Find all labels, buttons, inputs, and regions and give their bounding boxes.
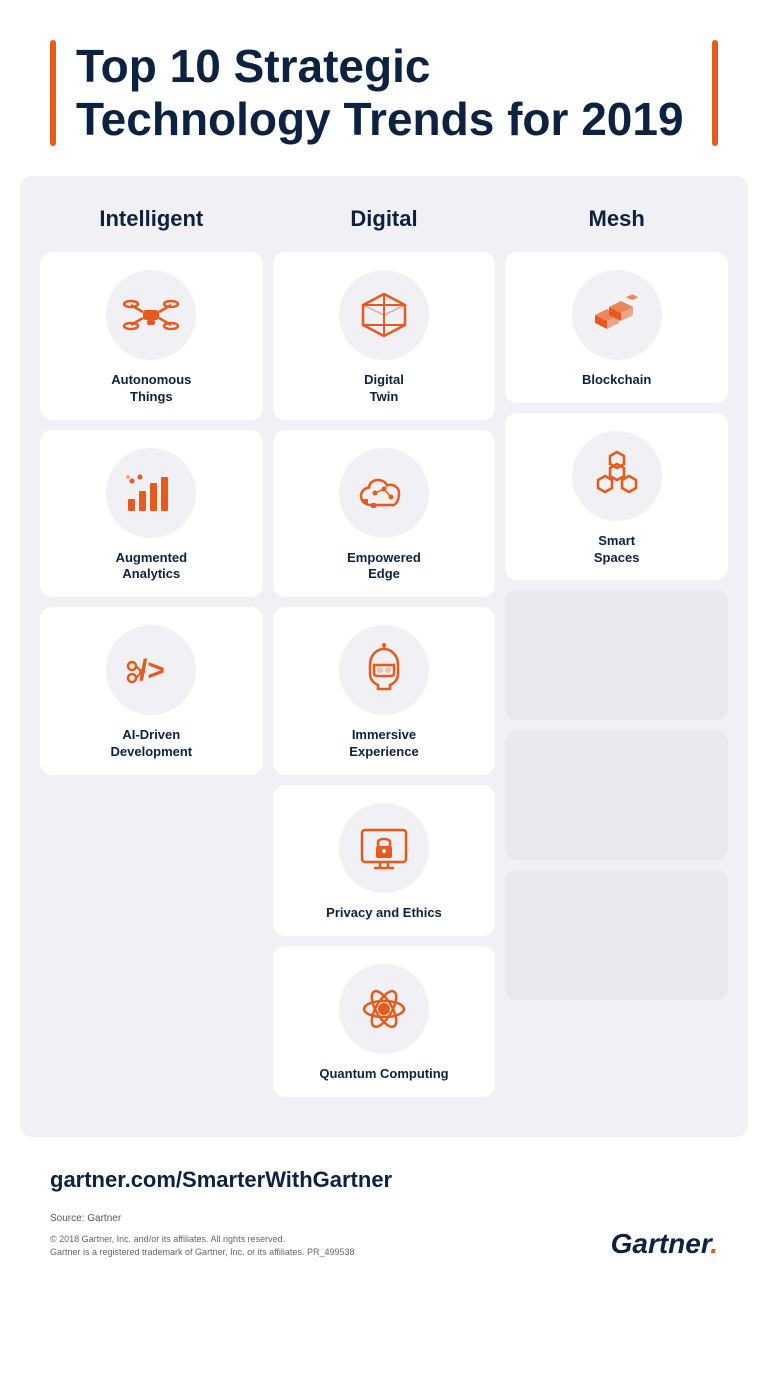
card-immersive: ImmersiveExperience [273, 607, 496, 775]
copyright-text: © 2018 Gartner, Inc. and/or its affiliat… [50, 1233, 354, 1260]
empowered-edge-label: EmpoweredEdge [347, 550, 421, 584]
columns-container: Intelligent [40, 206, 728, 1107]
card-smart-spaces: SmartSpaces [505, 413, 728, 581]
immersive-icon-container [339, 625, 429, 715]
ai-dev-icon-container: /> [106, 625, 196, 715]
digital-twin-label: DigitalTwin [364, 372, 404, 406]
header: Top 10 Strategic Technology Trends for 2… [0, 0, 768, 176]
analytics-icon-container [106, 448, 196, 538]
smart-spaces-icon-container [572, 431, 662, 521]
immersive-label: ImmersiveExperience [349, 727, 418, 761]
website-link: gartner.com/SmarterWithGartner [50, 1167, 718, 1193]
empty-mesh-1 [505, 590, 728, 720]
card-autonomous-things: AutonomousThings [40, 252, 263, 420]
edge-icon [355, 471, 413, 515]
privacy-label: Privacy and Ethics [326, 905, 442, 922]
card-quantum: Quantum Computing [273, 946, 496, 1097]
edge-icon-container [339, 448, 429, 538]
card-digital-twin: DigitalTwin [273, 252, 496, 420]
card-ai-driven: /> AI-DrivenDevelopment [40, 607, 263, 775]
quantum-icon-container [339, 964, 429, 1054]
digital-twin-icon-container [339, 270, 429, 360]
immersive-icon [360, 643, 408, 697]
footer-section: gartner.com/SmarterWithGartner Source: G… [0, 1137, 768, 1270]
column-intelligent: Intelligent [40, 206, 263, 1107]
empty-mesh-3 [505, 870, 728, 1000]
ai-dev-icon: /> [124, 648, 178, 692]
column-intelligent-label: Intelligent [99, 206, 203, 232]
source-text: Source: Gartner [50, 1213, 718, 1224]
gartner-logo: Gartner. [611, 1228, 718, 1260]
quantum-icon [357, 982, 411, 1036]
digital-twin-icon [357, 288, 411, 342]
card-empowered-edge: EmpoweredEdge [273, 430, 496, 598]
autonomous-things-label: AutonomousThings [111, 372, 191, 406]
column-mesh-label: Mesh [589, 206, 645, 232]
smart-spaces-label: SmartSpaces [594, 533, 640, 567]
column-digital: Digital DigitalTwin [273, 206, 496, 1107]
quantum-label: Quantum Computing [319, 1066, 448, 1083]
header-right-accent [712, 40, 718, 146]
column-digital-label: Digital [350, 206, 417, 232]
ai-driven-label: AI-DrivenDevelopment [111, 727, 193, 761]
smart-spaces-icon [590, 449, 644, 503]
card-augmented-analytics: AugmentedAnalytics [40, 430, 263, 598]
augmented-analytics-label: AugmentedAnalytics [116, 550, 188, 584]
blockchain-icon-container [572, 270, 662, 360]
privacy-icon-container [339, 803, 429, 893]
column-mesh: Mesh [505, 206, 728, 1107]
main-grid: Intelligent [20, 176, 748, 1137]
empty-mesh-2 [505, 730, 728, 860]
analytics-icon [124, 471, 178, 515]
page-title: Top 10 Strategic Technology Trends for 2… [76, 40, 692, 146]
drone-icon-container [106, 270, 196, 360]
card-blockchain: Blockchain [505, 252, 728, 403]
drone-icon [123, 295, 179, 335]
blockchain-label: Blockchain [582, 372, 651, 389]
footer-bottom: © 2018 Gartner, Inc. and/or its affiliat… [50, 1228, 718, 1260]
privacy-icon [358, 824, 410, 872]
blockchain-icon [585, 293, 649, 337]
header-left-accent [50, 40, 56, 146]
card-privacy: Privacy and Ethics [273, 785, 496, 936]
